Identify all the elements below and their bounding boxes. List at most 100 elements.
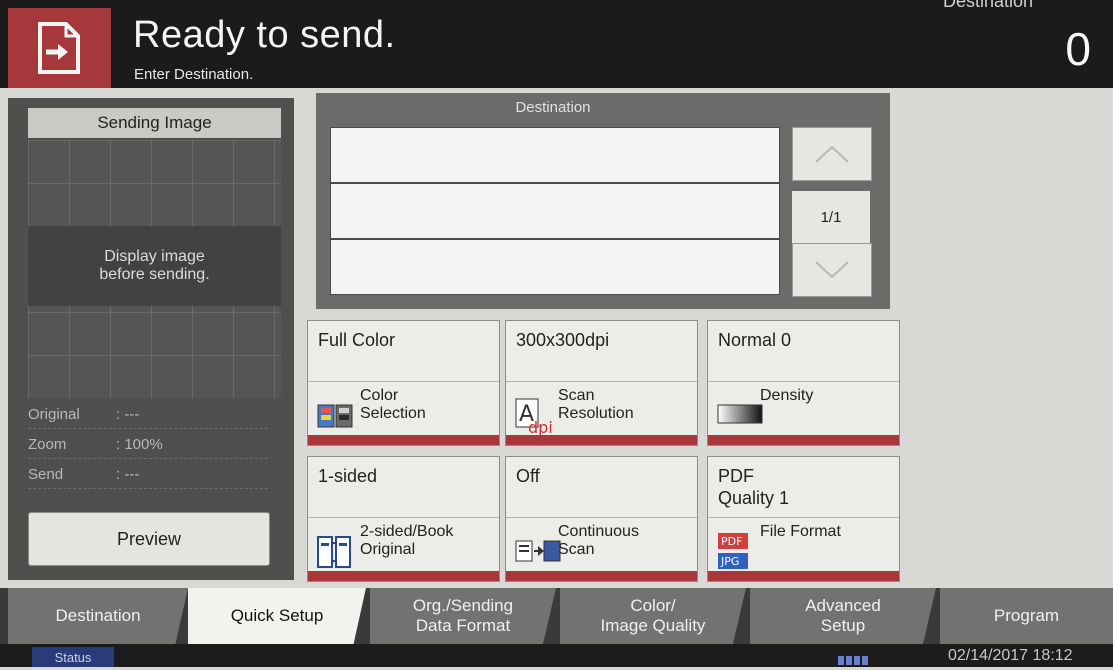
status-dot	[846, 656, 852, 665]
tile-divider	[708, 381, 899, 382]
dpi-icon: A dpi	[515, 398, 553, 435]
tab-color-image-quality[interactable]: Color/ Image Quality	[560, 588, 746, 644]
duplex-original-label-line2: Original	[360, 541, 416, 558]
status-dot	[854, 656, 860, 665]
tab-org-sending-line2: Data Format	[415, 616, 511, 635]
file-format-value-line1: PDF	[718, 466, 754, 486]
info-original: Original : ---	[28, 406, 268, 429]
preview-message: Display image before sending.	[28, 226, 281, 306]
preview-message-line2: before sending.	[99, 266, 210, 283]
continuous-scan-label-line1: Continuous	[558, 523, 639, 540]
chevron-up-icon	[815, 145, 849, 163]
scan-resolution-tile[interactable]: 300x300dpi A dpi Scan Resolution	[505, 320, 698, 446]
tab-color-line1: Color/	[630, 596, 676, 615]
duplex-original-label: 2-sided/Book Original	[360, 523, 453, 559]
scan-resolution-label-line2: Resolution	[558, 405, 634, 422]
file-format-icon-pdf: PDF	[721, 535, 742, 548]
continuous-scan-label: Continuous Scan	[558, 523, 639, 559]
tile-accent-bar	[506, 571, 697, 581]
page-subtitle: Enter Destination.	[134, 66, 254, 83]
info-original-key: Original	[28, 406, 80, 423]
tab-color-line2: Image Quality	[600, 616, 706, 635]
scan-resolution-label-line1: Scan	[558, 387, 595, 404]
color-selection-label-line1: Color	[360, 387, 399, 404]
tile-divider	[308, 381, 499, 382]
density-tile[interactable]: Normal 0 Density	[707, 320, 900, 446]
tile-accent-bar	[708, 571, 899, 581]
destination-row-2[interactable]	[330, 183, 780, 239]
density-label: Density	[760, 387, 814, 404]
svg-text:dpi: dpi	[528, 418, 553, 435]
info-send-value: : ---	[116, 466, 140, 483]
color-selection-label: Color Selection	[360, 387, 426, 423]
file-format-icon-jpg: JPG	[720, 555, 739, 568]
sending-image-title: Sending Image	[28, 108, 281, 138]
tile-divider	[506, 517, 697, 518]
tab-program[interactable]: Program	[940, 588, 1113, 644]
tab-advanced-line2: Setup	[820, 616, 866, 635]
scan-resolution-label: Scan Resolution	[558, 387, 634, 423]
info-zoom-value: : 100%	[116, 436, 163, 453]
continuous-scan-value: Off	[516, 466, 540, 486]
tab-advanced-setup[interactable]: Advanced Setup	[750, 588, 936, 644]
scroll-down-button[interactable]	[792, 243, 872, 297]
info-original-value: : ---	[116, 406, 140, 423]
status-button[interactable]: Status	[32, 647, 114, 667]
tab-destination-label: Destination	[55, 606, 141, 625]
file-format-tile[interactable]: PDF Quality 1 PDF JPG File Format	[707, 456, 900, 582]
header-bar: Ready to send. Enter Destination. Destin…	[0, 0, 1113, 88]
tile-accent-bar	[708, 435, 899, 445]
continuous-scan-tile[interactable]: Off Continuous Scan	[505, 456, 698, 582]
status-bar: Status 02/14/2017 18:12	[0, 644, 1113, 667]
page-title: Ready to send.	[133, 14, 396, 56]
duplex-original-label-line1: 2-sided/Book	[360, 523, 454, 540]
info-send: Send : ---	[28, 466, 268, 489]
destination-row-3[interactable]	[330, 239, 780, 295]
chevron-down-icon	[815, 261, 849, 279]
color-selection-label-line2: Selection	[360, 405, 426, 422]
status-dot	[862, 656, 868, 665]
destination-count-label: Destination	[943, 0, 1034, 11]
tab-bar: Destination Quick Setup Org./Sending Dat…	[0, 588, 1113, 644]
continuous-scan-label-line2: Scan	[558, 541, 595, 558]
file-format-icon: PDF JPG	[718, 533, 748, 569]
destination-panel: Destination 1/1	[316, 93, 890, 309]
status-dot	[838, 656, 844, 665]
destination-row-1[interactable]	[330, 127, 780, 183]
preview-button[interactable]: Preview	[28, 512, 270, 566]
file-format-value: PDF Quality 1	[718, 465, 789, 509]
file-format-value-line2: Quality 1	[718, 488, 790, 508]
tab-advanced-line1: Advanced	[805, 596, 881, 615]
destination-list-label: Destination	[515, 99, 591, 116]
tile-accent-bar	[308, 571, 499, 581]
duplex-original-value: 1-sided	[318, 466, 378, 486]
tab-quick-setup[interactable]: Quick Setup	[188, 588, 366, 644]
duplex-icon	[317, 536, 351, 568]
tile-divider	[308, 517, 499, 518]
info-zoom-key: Zoom	[28, 436, 67, 453]
send-document-icon	[38, 22, 80, 74]
scan-resolution-value: 300x300dpi	[516, 330, 610, 350]
tab-quick-setup-label: Quick Setup	[230, 606, 324, 625]
tab-org-sending-line1: Org./Sending	[412, 596, 514, 615]
color-selection-tile[interactable]: Full Color Color Selection	[307, 320, 500, 446]
destination-count: 0	[1065, 23, 1091, 75]
status-indicator-icon	[838, 652, 870, 670]
tile-divider	[506, 381, 697, 382]
continuous-scan-icon	[515, 540, 561, 562]
duplex-original-tile[interactable]: 1-sided 2-sided/Book Original	[307, 456, 500, 582]
preview-message-line1: Display image	[104, 248, 205, 265]
tab-org-sending-data-format[interactable]: Org./Sending Data Format	[370, 588, 556, 644]
density-icon	[717, 404, 763, 424]
date-time: 02/14/2017 18:12	[948, 647, 1073, 664]
tab-destination[interactable]: Destination	[8, 588, 188, 644]
color-selection-icon	[317, 404, 353, 428]
sending-image-panel: Sending Image Display image before sendi…	[8, 98, 294, 580]
scroll-up-button[interactable]	[792, 127, 872, 181]
send-mode-indicator	[8, 8, 111, 88]
tile-accent-bar	[308, 435, 499, 445]
page-indicator: 1/1	[792, 191, 870, 243]
tile-divider	[708, 517, 899, 518]
tile-accent-bar	[506, 435, 697, 445]
tab-program-label: Program	[993, 606, 1060, 625]
